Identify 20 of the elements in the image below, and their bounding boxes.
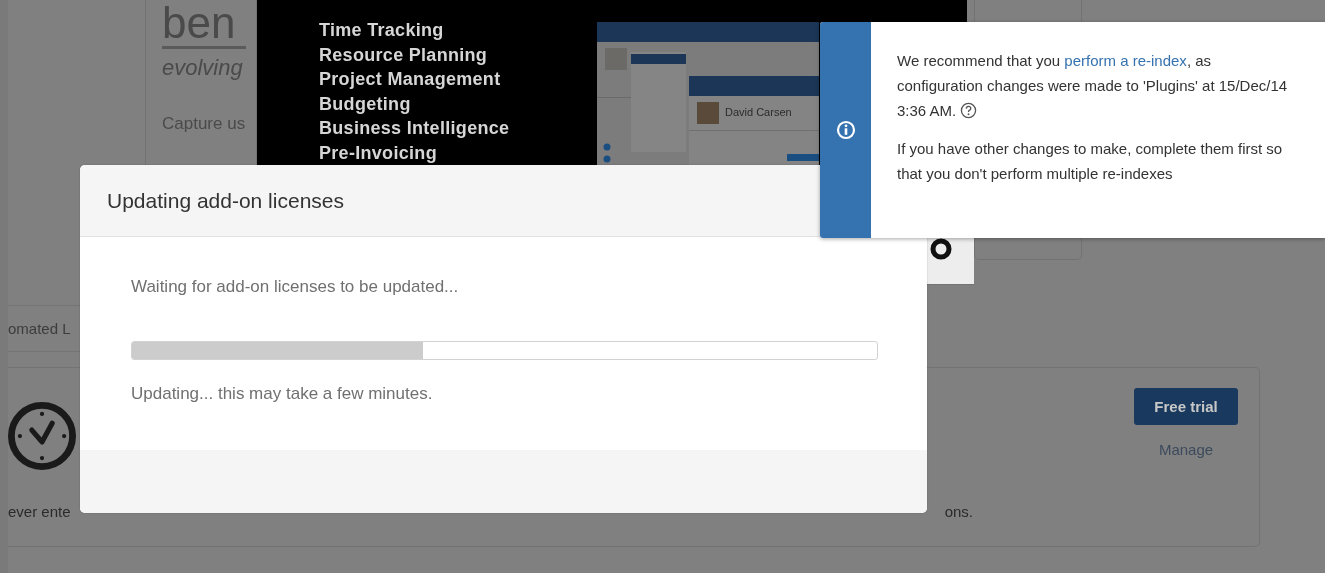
description-text: ever ente: [8, 503, 71, 520]
dialog-title: Updating add-on licenses: [107, 188, 344, 213]
ring-icon: [930, 238, 952, 260]
notification-text: If you have other changes to make, complete them first so that you don't perform multiple re-indexes: [897, 139, 1284, 184]
free-trial-button[interactable]: Free trial: [1134, 388, 1238, 425]
waiting-message: Waiting for add-on licenses to be updated...: [131, 277, 460, 297]
feature-text: Time Tracking: [319, 19, 445, 42]
info-icon: [835, 120, 856, 140]
help-icon[interactable]: [960, 102, 978, 119]
user-name: David Carsen: [725, 106, 792, 118]
notification-text: We recommend that you perform a re-index, as configuration changes were made to 'Plugins' at 15/Dec/14 3:36 AM.: [897, 51, 1289, 121]
status-message: Updating... this may take a few minutes.: [131, 384, 434, 404]
feature-text: Business Intelligence: [319, 117, 511, 140]
feature-text: Budgeting: [319, 92, 412, 116]
reindex-link[interactable]: perform a re-index: [1064, 52, 1187, 69]
tab[interactable]: omated L: [8, 320, 71, 337]
feature-text: Resource Planning: [319, 43, 489, 67]
feature-text: Project Management: [319, 68, 502, 91]
description-text: ons.: [944, 503, 973, 520]
feature-text: Pre-Invoicing: [319, 141, 438, 165]
